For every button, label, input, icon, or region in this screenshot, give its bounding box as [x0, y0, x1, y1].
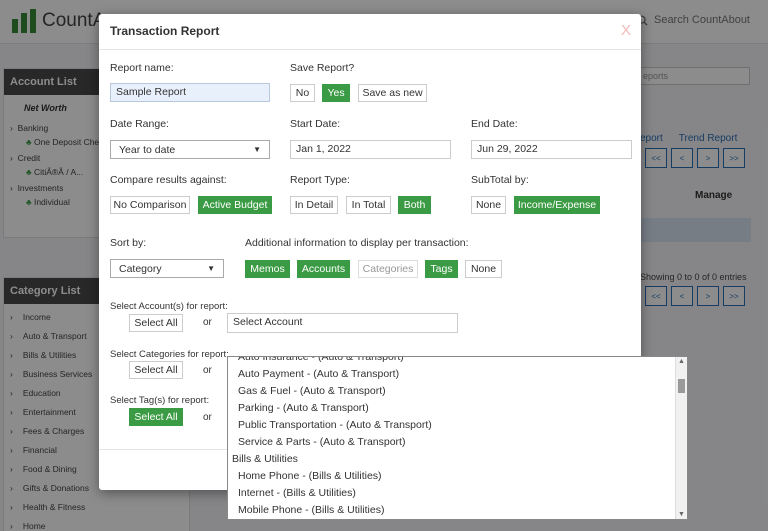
subtotal-none-button[interactable]: None: [471, 196, 506, 214]
sort-by-label: Sort by:: [110, 237, 147, 249]
dropdown-option[interactable]: Internet - (Bills & Utilities): [228, 485, 676, 502]
additional-info-label: Additional information to display per tr…: [245, 237, 469, 249]
sort-by-value: Category: [119, 262, 162, 275]
chevron-down-icon: ▼: [207, 264, 215, 273]
or-label: or: [203, 365, 212, 376]
dropdown-scrollbar[interactable]: ▲ ▼: [675, 357, 687, 519]
categories-select-all-button[interactable]: Select All: [129, 361, 183, 379]
chevron-down-icon: ▼: [253, 145, 261, 154]
date-range-label: Date Range:: [110, 118, 169, 130]
dropdown-option[interactable]: Gas & Fuel - (Auto & Transport): [228, 383, 676, 400]
dropdown-option[interactable]: Public Transportation - (Auto & Transpor…: [228, 417, 676, 434]
dialog-title: Transaction Report: [110, 24, 220, 38]
category-dropdown-list[interactable]: Auto Insurance - (Auto & Transport) Auto …: [227, 356, 688, 520]
dropdown-option[interactable]: Service & Parts - (Auto & Transport): [228, 434, 676, 451]
in-detail-button[interactable]: In Detail: [290, 196, 338, 214]
in-total-button[interactable]: In Total: [346, 196, 391, 214]
dropdown-option[interactable]: Auto Payment - (Auto & Transport): [228, 366, 676, 383]
report-name-label: Report name:: [110, 62, 174, 74]
scrollbar-thumb[interactable]: [678, 379, 685, 393]
income-expense-button[interactable]: Income/Expense: [514, 196, 600, 214]
sort-by-select[interactable]: Category ▼: [110, 259, 224, 278]
save-report-label: Save Report?: [290, 62, 355, 74]
compare-label: Compare results against:: [110, 174, 227, 186]
date-range-select[interactable]: Year to date ▼: [110, 140, 270, 159]
subtotal-label: SubTotal by:: [471, 174, 529, 186]
select-account-input[interactable]: Select Account: [227, 313, 458, 333]
dropdown-option[interactable]: Home Phone - (Bills & Utilities): [228, 468, 676, 485]
accounts-button[interactable]: Accounts: [297, 260, 350, 278]
close-icon[interactable]: X: [621, 22, 631, 39]
both-button[interactable]: Both: [398, 196, 431, 214]
end-date-label: End Date:: [471, 118, 518, 130]
save-as-new-button[interactable]: Save as new: [358, 84, 427, 102]
start-date-label: Start Date:: [290, 118, 341, 130]
additional-none-button[interactable]: None: [465, 260, 502, 278]
active-budget-button[interactable]: Active Budget: [198, 196, 272, 214]
or-label: or: [203, 412, 212, 423]
tags-select-all-button[interactable]: Select All: [129, 408, 183, 426]
save-yes-button[interactable]: Yes: [322, 84, 350, 102]
dropdown-option[interactable]: Parking - (Auto & Transport): [228, 400, 676, 417]
dropdown-group-header: Bills & Utilities: [232, 453, 298, 465]
end-date-input[interactable]: Jun 29, 2022: [471, 140, 632, 159]
report-name-input[interactable]: Sample Report: [110, 83, 270, 102]
accounts-select-all-button[interactable]: Select All: [129, 314, 183, 332]
save-no-button[interactable]: No: [290, 84, 315, 102]
select-tags-label: Select Tag(s) for report:: [110, 395, 210, 406]
start-date-input[interactable]: Jan 1, 2022: [290, 140, 451, 159]
categories-button[interactable]: Categories: [358, 260, 418, 278]
dropdown-option[interactable]: Auto Insurance - (Auto & Transport): [228, 357, 676, 366]
scroll-down-icon[interactable]: ▼: [678, 511, 685, 518]
no-comparison-button[interactable]: No Comparison: [110, 196, 190, 214]
report-type-label: Report Type:: [290, 174, 350, 186]
dialog-header: Transaction Report X: [99, 14, 641, 50]
scroll-up-icon[interactable]: ▲: [678, 358, 685, 365]
select-accounts-label: Select Account(s) for report:: [110, 301, 228, 312]
tags-button[interactable]: Tags: [425, 260, 458, 278]
select-categories-label: Select Categories for report:: [110, 349, 229, 360]
or-label: or: [203, 317, 212, 328]
date-range-value: Year to date: [119, 143, 176, 156]
dropdown-option[interactable]: Mobile Phone - (Bills & Utilities): [228, 502, 676, 519]
memos-button[interactable]: Memos: [245, 260, 290, 278]
